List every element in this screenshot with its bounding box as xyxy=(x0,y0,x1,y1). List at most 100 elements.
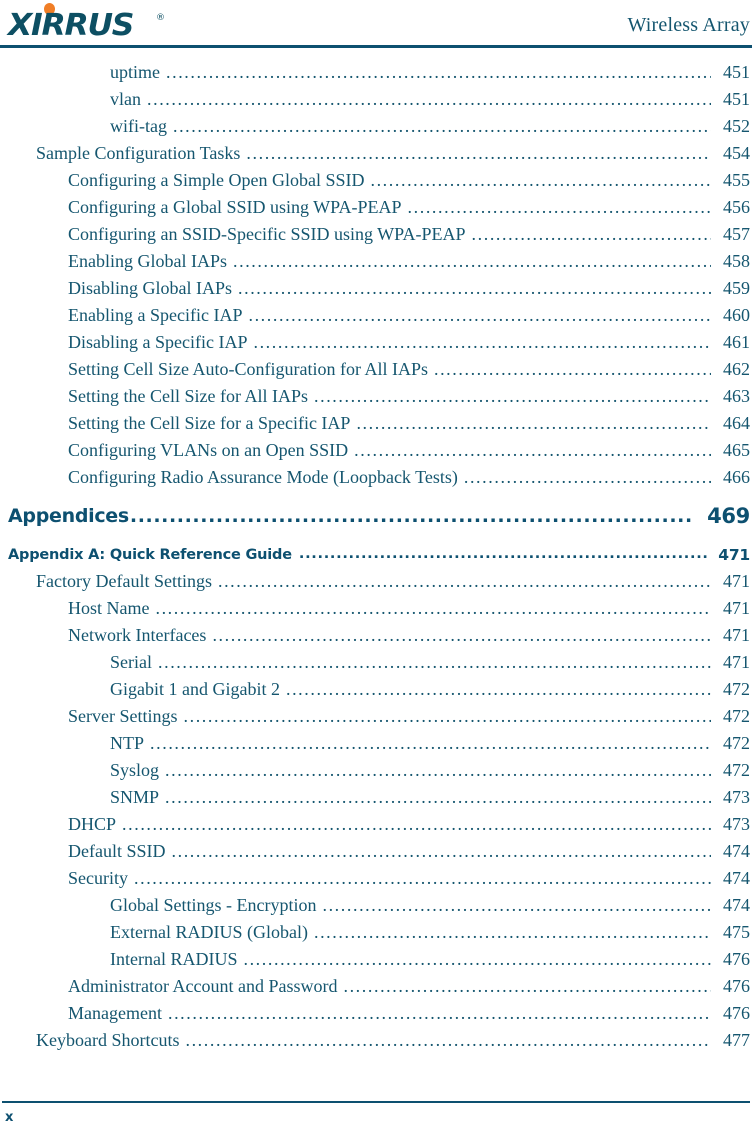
toc-leader-dots xyxy=(150,734,711,752)
toc-entry-page-number: 463 xyxy=(723,386,750,406)
logo-trademark-symbol: ® xyxy=(156,13,165,23)
toc-entry[interactable]: Serial 471 xyxy=(0,652,752,679)
toc-entry-label: Appendices xyxy=(8,505,129,527)
footer-page-number: x xyxy=(5,1110,14,1125)
toc-entry-page-number: 471 xyxy=(723,652,750,672)
toc-entry-label: Configuring an SSID-Specific SSID using … xyxy=(68,224,466,244)
toc-entry-label: Default SSID xyxy=(68,841,166,861)
toc-entry-label: Disabling Global IAPs xyxy=(68,278,232,298)
toc-entry[interactable]: Configuring a Simple Open Global SSID 455 xyxy=(0,170,752,197)
toc-entry-label: Gigabit 1 and Gigabit 2 xyxy=(110,679,280,699)
toc-entry-label: Internal RADIUS xyxy=(110,949,238,969)
toc-entry-page-number: 476 xyxy=(723,949,750,969)
toc-entry[interactable]: Management 476 xyxy=(0,1003,752,1030)
toc-entry[interactable]: Syslog 472 xyxy=(0,760,752,787)
toc-leader-dots xyxy=(253,333,711,351)
table-of-contents: uptime 451 vlan 451 wifi-tag 452 Sample Config… xyxy=(0,62,752,1057)
toc-entry[interactable]: Security 474 xyxy=(0,868,752,895)
toc-entry-page-number: 476 xyxy=(723,1003,750,1023)
toc-entry[interactable]: Setting the Cell Size for All IAPs 463 xyxy=(0,386,752,413)
toc-leader-dots xyxy=(322,896,711,914)
toc-entry[interactable]: Configuring an SSID-Specific SSID using … xyxy=(0,224,752,251)
toc-entry-page-number: 460 xyxy=(723,305,750,325)
toc-entry-label: Keyboard Shortcuts xyxy=(36,1030,180,1050)
toc-entry-page-number: 471 xyxy=(723,625,750,645)
toc-entry-page-number: 466 xyxy=(723,467,750,487)
xirrus-logo: XIRRUS ® xyxy=(8,2,178,44)
toc-entry[interactable]: Sample Configuration Tasks 454 xyxy=(0,143,752,170)
toc-entry[interactable]: vlan 451 xyxy=(0,89,752,116)
toc-entry-page-number: 472 xyxy=(723,679,750,699)
toc-entry[interactable]: Gigabit 1 and Gigabit 2 472 xyxy=(0,679,752,706)
header-title: Wireless Array xyxy=(627,14,750,36)
toc-entry-page-number: 473 xyxy=(723,814,750,834)
toc-entry-page-number: 454 xyxy=(723,143,750,163)
toc-entry[interactable]: Configuring VLANs on an Open SSID 465 xyxy=(0,440,752,467)
toc-entry[interactable]: Internal RADIUS 476 xyxy=(0,949,752,976)
toc-entry[interactable]: DHCP 473 xyxy=(0,814,752,841)
toc-leader-dots xyxy=(155,599,711,617)
toc-leader-dots xyxy=(248,306,711,324)
toc-entry-label: Enabling Global IAPs xyxy=(68,251,227,271)
toc-entry-label: Configuring VLANs on an Open SSID xyxy=(68,440,349,460)
toc-entry[interactable]: Factory Default Settings 471 xyxy=(0,571,752,598)
toc-entry-page-number: 452 xyxy=(723,116,750,136)
toc-entry[interactable]: Appendices 469 xyxy=(0,494,752,538)
toc-entry[interactable]: Setting Cell Size Auto-Configuration for… xyxy=(0,359,752,386)
toc-leader-dots xyxy=(299,547,708,562)
toc-entry-label: NTP xyxy=(110,733,145,753)
toc-leader-dots xyxy=(434,360,711,378)
toc-entry[interactable]: Enabling a Specific IAP 460 xyxy=(0,305,752,332)
toc-leader-dots xyxy=(212,626,711,644)
toc-entry[interactable]: Server Settings 472 xyxy=(0,706,752,733)
toc-leader-dots xyxy=(166,63,711,81)
toc-entry-page-number: 461 xyxy=(723,332,750,352)
toc-entry[interactable]: Default SSID 474 xyxy=(0,841,752,868)
toc-entry[interactable]: Disabling a Specific IAP 461 xyxy=(0,332,752,359)
toc-entry[interactable]: Appendix A: Quick Reference Guide 471 xyxy=(0,538,752,571)
toc-entry-page-number: 473 xyxy=(723,787,750,807)
toc-entry-label: Security xyxy=(68,868,128,888)
toc-leader-dots xyxy=(172,842,712,860)
toc-entry-label: Configuring a Simple Open Global SSID xyxy=(68,170,365,190)
toc-entry-label: External RADIUS (Global) xyxy=(110,922,308,942)
toc-entry[interactable]: Administrator Account and Password 476 xyxy=(0,976,752,1003)
toc-leader-dots xyxy=(122,815,711,833)
toc-leader-dots xyxy=(238,279,711,297)
toc-leader-dots xyxy=(165,788,711,806)
toc-entry[interactable]: Network Interfaces 471 xyxy=(0,625,752,652)
page-header: XIRRUS ® Wireless Array xyxy=(0,0,752,48)
toc-leader-dots xyxy=(158,653,711,671)
toc-entry-label: Serial xyxy=(110,652,152,672)
toc-entry-page-number: 462 xyxy=(723,359,750,379)
toc-leader-dots xyxy=(147,90,711,108)
toc-entry-page-number: 477 xyxy=(723,1030,750,1050)
header-divider xyxy=(0,45,752,48)
toc-entry[interactable]: Configuring a Global SSID using WPA-PEAP… xyxy=(0,197,752,224)
toc-leader-dots xyxy=(370,171,711,189)
toc-entry[interactable]: Setting the Cell Size for a Specific IAP… xyxy=(0,413,752,440)
toc-entry-label: Setting Cell Size Auto-Configuration for… xyxy=(68,359,428,379)
toc-entry-page-number: 472 xyxy=(723,760,750,780)
toc-leader-dots xyxy=(218,572,711,590)
toc-entry[interactable]: Keyboard Shortcuts 477 xyxy=(0,1030,752,1057)
toc-entry[interactable]: uptime 451 xyxy=(0,62,752,89)
toc-entry-page-number: 474 xyxy=(723,841,750,861)
toc-entry-label: Host Name xyxy=(68,598,150,618)
toc-leader-dots xyxy=(165,761,711,779)
toc-entry-page-number: 465 xyxy=(723,440,750,460)
toc-entry[interactable]: Configuring Radio Assurance Mode (Loopba… xyxy=(0,467,752,494)
toc-entry[interactable]: Disabling Global IAPs 459 xyxy=(0,278,752,305)
toc-entry-label: Enabling a Specific IAP xyxy=(68,305,243,325)
toc-leader-dots xyxy=(246,144,711,162)
toc-entry[interactable]: NTP 472 xyxy=(0,733,752,760)
toc-entry[interactable]: Enabling Global IAPs 458 xyxy=(0,251,752,278)
toc-entry-page-number: 472 xyxy=(723,706,750,726)
toc-entry-page-number: 471 xyxy=(718,545,750,564)
toc-entry-page-number: 471 xyxy=(723,598,750,618)
toc-entry[interactable]: Global Settings - Encryption 474 xyxy=(0,895,752,922)
toc-entry[interactable]: wifi-tag 452 xyxy=(0,116,752,143)
toc-entry[interactable]: Host Name 471 xyxy=(0,598,752,625)
toc-entry[interactable]: External RADIUS (Global) 475 xyxy=(0,922,752,949)
toc-entry[interactable]: SNMP 473 xyxy=(0,787,752,814)
